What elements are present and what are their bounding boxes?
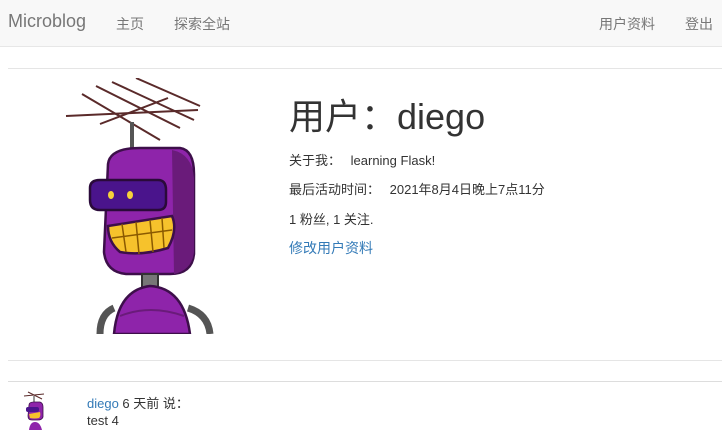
nav-profile-link[interactable]: 用户资料 [599,14,655,34]
navbar: Microblog 主页 探索全站 用户资料 登出 [0,0,722,47]
robot-avatar-icon[interactable] [20,390,50,430]
nav-logout-link[interactable]: 登出 [685,14,713,34]
nav-home-link[interactable]: 主页 [116,14,144,34]
post-header: diego 6 天前 说： [87,393,189,412]
about-label: 关于我： [289,153,342,168]
edit-profile-link[interactable]: 修改用户资料 [289,238,373,258]
post-body: test 4 [87,413,119,428]
post-author-link[interactable]: diego [87,396,119,411]
profile-header: 用户：diego [289,96,709,138]
post-meta-text: 6 天前 说： [118,396,189,411]
brand-link[interactable]: Microblog [8,11,86,32]
page-title: 用户：diego [289,96,486,137]
about-value: learning Flask! [350,153,436,168]
about-row: 关于我： learning Flask! [289,150,435,169]
post-divider [8,381,722,382]
robot-avatar-icon [65,78,214,334]
last-seen-label: 最后活动时间： [289,182,381,197]
follow-stats: 1 粉丝, 1 关注. [289,212,374,227]
last-seen-value: 2021年8月4日晚上7点11分 [389,182,545,197]
last-seen-row: 最后活动时间： 2021年8月4日晚上7点11分 [289,179,545,198]
section-divider [8,360,722,361]
top-divider [8,68,722,69]
nav-explore-link[interactable]: 探索全站 [174,14,230,34]
